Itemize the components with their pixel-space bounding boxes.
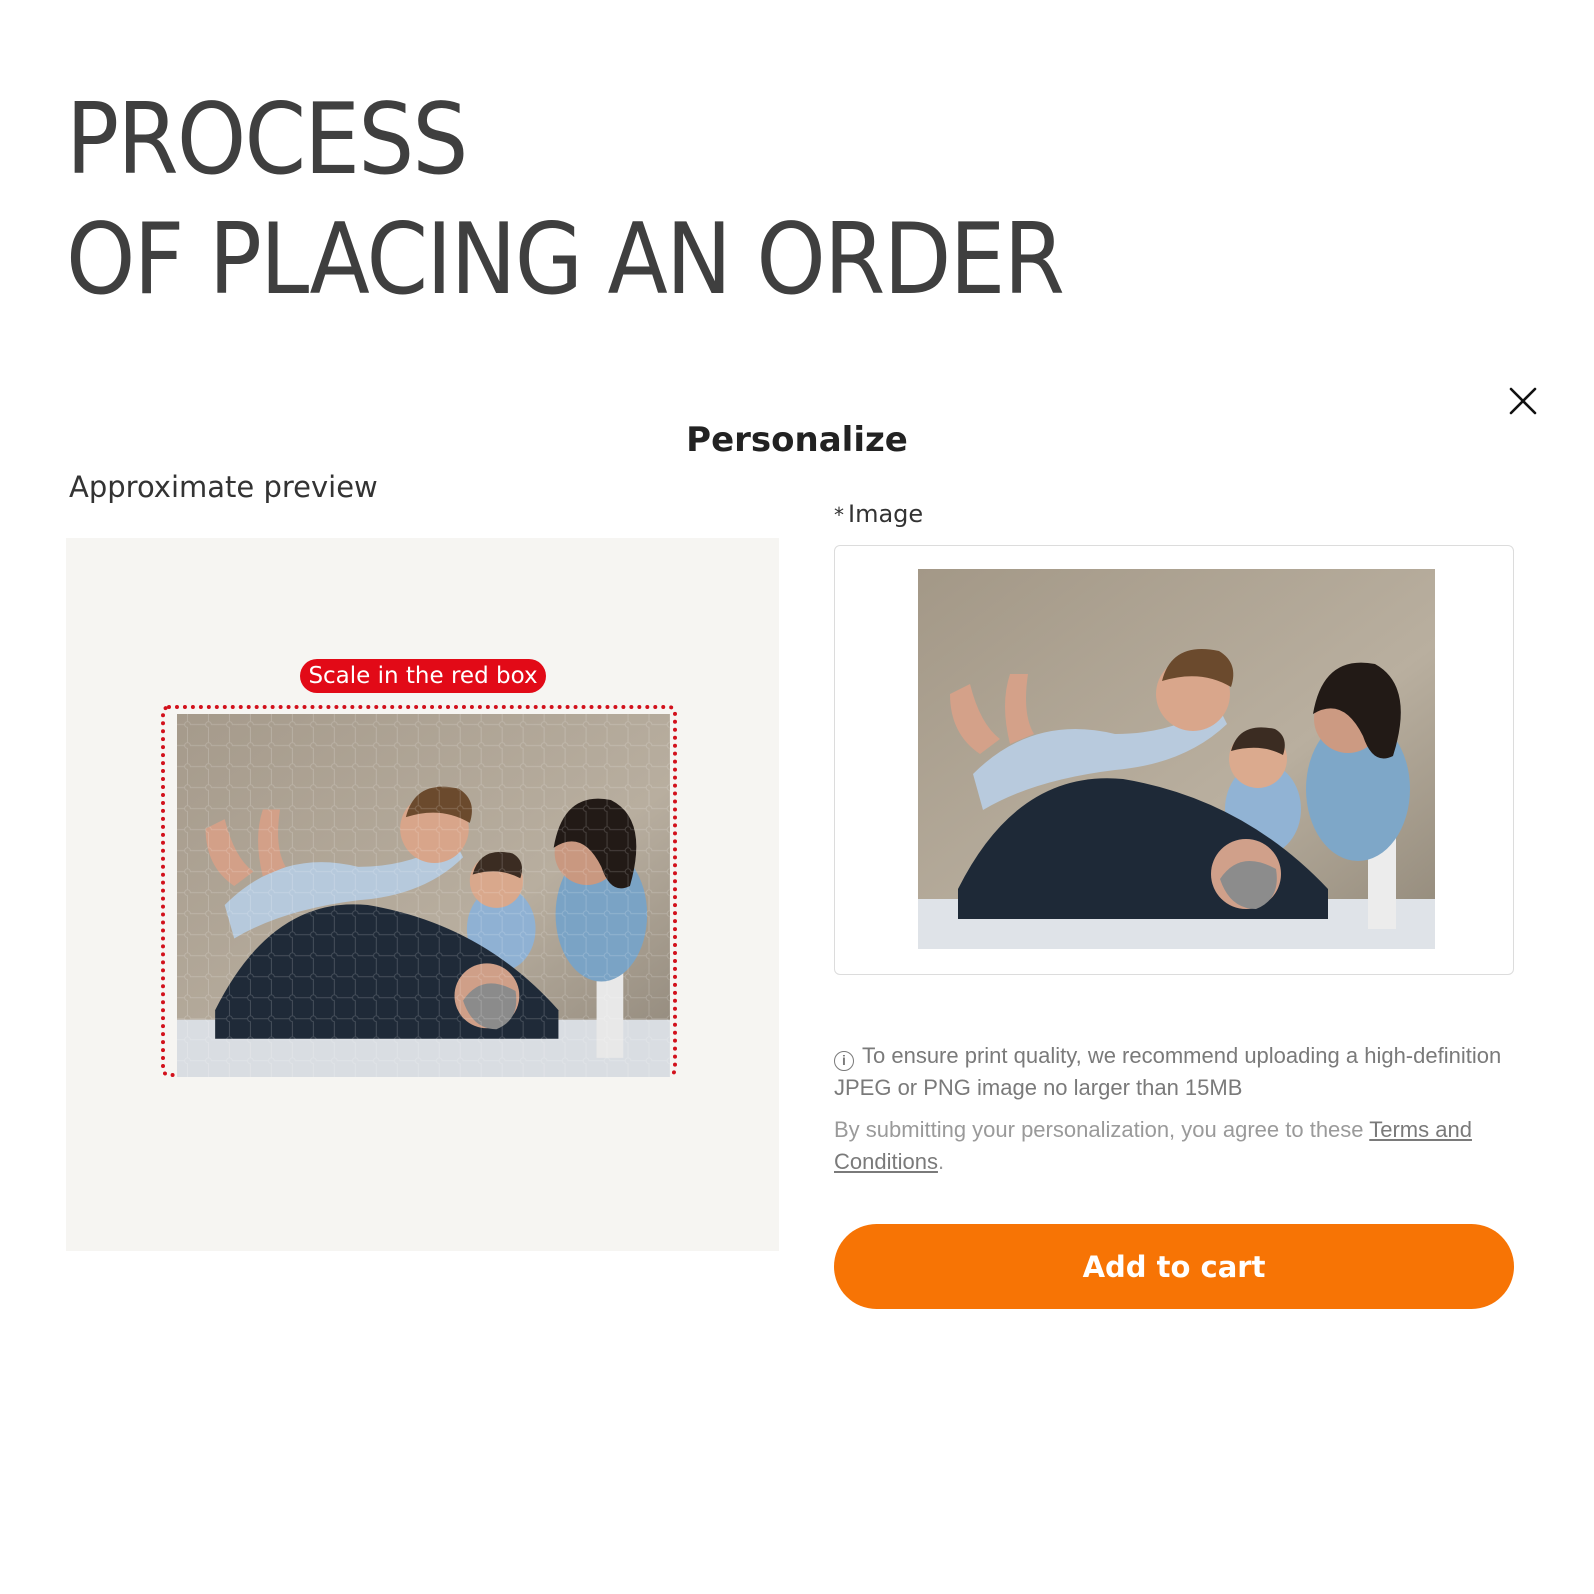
preview-panel: Scale in the red box [66, 538, 779, 1251]
image-upload-box[interactable] [834, 545, 1514, 975]
modal-title: Personalize [686, 420, 908, 460]
terms-prefix: By submitting your personalization, you … [834, 1117, 1370, 1142]
headline-line-2: OF PLACING AN ORDER [66, 203, 1065, 317]
headline-line-1: PROCESS [66, 83, 468, 197]
terms-suffix: . [937, 1149, 945, 1174]
add-to-cart-button[interactable]: Add to cart [834, 1224, 1514, 1309]
scale-badge: Scale in the red box [300, 659, 546, 693]
page: PROCESS OF PLACING AN ORDER Personalize … [0, 0, 1594, 1594]
page-headline: PROCESS OF PLACING AN ORDER [66, 80, 1065, 320]
upload-notice-text: To ensure print quality, we recommend up… [834, 1043, 1502, 1100]
info-icon: i [834, 1051, 854, 1071]
terms-notice: By submitting your personalization, you … [834, 1114, 1514, 1178]
required-mark: * [834, 503, 844, 527]
close-button[interactable] [1508, 386, 1538, 416]
uploaded-image[interactable] [918, 569, 1435, 949]
preview-label: Approximate preview [69, 470, 378, 504]
upload-notice: i To ensure print quality, we recommend u… [834, 1040, 1514, 1104]
image-field-label: * Image [834, 500, 923, 528]
image-label-text: Image [848, 500, 924, 528]
close-icon [1509, 387, 1537, 415]
puzzle-preview-image [177, 714, 670, 1077]
